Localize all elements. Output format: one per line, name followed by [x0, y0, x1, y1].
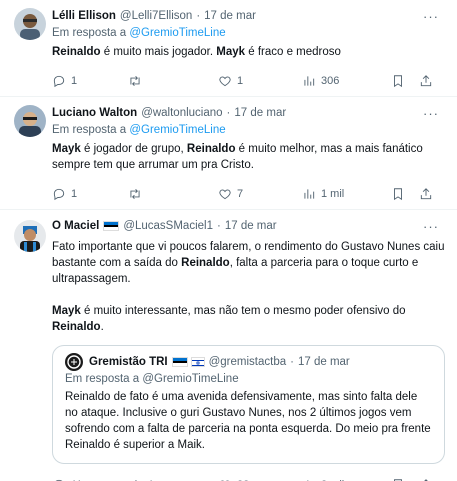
like-button[interactable]: 1 — [218, 74, 302, 88]
avatar[interactable] — [14, 105, 46, 137]
replies-count: 1 — [71, 75, 78, 87]
views-count: 1 mil — [321, 188, 345, 200]
reply-prefix: Em resposta a — [52, 124, 127, 136]
bold-mention: Mayk — [52, 305, 81, 317]
avatar[interactable] — [14, 220, 46, 252]
bold-mention: Reinaldo — [181, 257, 230, 269]
bookmark-button[interactable] — [391, 74, 405, 88]
separator-dot: · — [216, 220, 221, 232]
body-text: é muito mais jogador. — [100, 46, 217, 58]
retweet-button[interactable] — [128, 187, 218, 201]
author-name[interactable]: O Maciel — [52, 220, 99, 232]
reply-context: Em resposta a @GremioTimeLine — [52, 124, 445, 136]
right-actions — [391, 74, 433, 88]
quoted-tweet[interactable]: Gremistão TRI @gremistactba · 17 de mar Em r… — [52, 345, 445, 464]
author-handle[interactable]: @Lelli7Ellison — [120, 10, 192, 22]
views-button[interactable]: 1 mil — [302, 187, 384, 201]
body-text: é fraco e medroso — [245, 46, 341, 58]
bookmark-icon — [394, 188, 402, 201]
bookmark-icon — [394, 75, 402, 88]
bookmark-button[interactable] — [391, 187, 405, 201]
tweet-date[interactable]: 17 de mar — [204, 10, 256, 22]
body-text: é jogador de grupo, — [80, 143, 187, 155]
retweet-icon — [130, 76, 140, 86]
author-handle[interactable]: @LucasSMaciel1 — [123, 220, 213, 232]
tweet-date[interactable]: 17 de mar — [225, 220, 277, 232]
reply-icon — [53, 75, 65, 88]
likes-count: 1 — [237, 75, 244, 87]
retweet-icon — [130, 189, 140, 199]
author-name[interactable]: Luciano Walton — [52, 107, 137, 119]
reply-button[interactable]: 1 — [52, 74, 128, 88]
quote-author-handle: @gremistactba — [208, 356, 287, 368]
more-icon[interactable]: ··· — [423, 9, 439, 24]
separator-dot: · — [196, 10, 201, 22]
tweet-header: Luciano Walton @waltonluciano · 17 de mar — [52, 105, 445, 121]
bold-mention: Reinaldo — [52, 321, 101, 333]
bold-mention: Reinaldo — [186, 143, 236, 155]
tweet[interactable]: ··· Luciano Walton @waltonluciano · 17 de ma… — [0, 97, 457, 210]
quote-reply-context: Em resposta a @GremioTimeLine — [65, 373, 239, 385]
retweet-button[interactable] — [128, 74, 218, 88]
quote-avatar — [65, 353, 83, 371]
quote-text: Reinaldo de fato é uma avenida defensiva… — [65, 391, 431, 451]
author-name[interactable]: Lélli Ellison — [52, 10, 116, 22]
reply-icon — [53, 188, 65, 201]
tweet-text: Mayk é jogador de grupo, Reinaldo é muit… — [52, 141, 445, 173]
tweet-date[interactable]: 17 de mar — [234, 107, 286, 119]
author-handle[interactable]: @waltonluciano — [141, 107, 222, 119]
israel-flag-icon — [190, 357, 205, 367]
quote-author-name: Gremistão TRI — [89, 356, 168, 368]
more-icon[interactable]: ··· — [423, 106, 439, 121]
tweet[interactable]: ··· O Maciel @LucasSMaciel1 · 17 de mar Fato … — [0, 210, 457, 481]
tweet-text: Reinaldo é muito mais jogador. Mayk é fr… — [52, 44, 445, 60]
tweet-header: O Maciel @LucasSMaciel1 · 17 de mar — [52, 218, 445, 234]
body-text: é muito interessante, mas não tem o mesm… — [80, 305, 406, 317]
likes-count: 7 — [237, 188, 244, 200]
share-icon — [420, 75, 432, 87]
reply-context: Em resposta a @GremioTimeLine — [52, 27, 445, 39]
separator-dot: · — [226, 107, 231, 119]
replies-count: 1 — [71, 188, 78, 200]
right-actions — [391, 187, 433, 201]
tweet-text: Fato importante que vi poucos falarem, o… — [52, 239, 445, 335]
tweet-paragraph: Mayk é muito interessante, mas não tem o… — [52, 303, 445, 335]
reply-prefix: Em resposta a — [52, 27, 127, 39]
reply-to-link[interactable]: @GremioTimeLine — [129, 27, 225, 39]
views-button[interactable]: 306 — [302, 74, 384, 88]
tweet-actions: 114222 mil — [52, 470, 445, 481]
bold-mention: Mayk — [216, 46, 246, 58]
tweet-actions: 1 1 306 — [52, 66, 445, 96]
views-count: 306 — [321, 75, 340, 87]
views-icon — [304, 76, 315, 86]
share-button[interactable] — [419, 187, 433, 201]
estonia-flag-icon — [171, 357, 188, 367]
share-icon — [420, 188, 432, 200]
heart-icon — [219, 189, 231, 200]
quote-header: Gremistão TRI @gremistactba · 17 de mar — [65, 353, 432, 371]
reply-to-link[interactable]: @GremioTimeLine — [129, 124, 225, 136]
views-icon — [304, 189, 315, 199]
avatar[interactable] — [14, 8, 46, 40]
separator-dot: · — [290, 356, 294, 368]
heart-icon — [219, 76, 231, 87]
tweet-actions: 1 7 1 mil — [52, 179, 445, 209]
tweet-paragraph: Fato importante que vi poucos falarem, o… — [52, 239, 445, 287]
tweet[interactable]: ··· Lélli Ellison @Lelli7Ellison · 17 de mar… — [0, 0, 457, 97]
bold-mention: Mayk — [52, 143, 81, 155]
tweet-feed: ··· Lélli Ellison @Lelli7Ellison · 17 de mar… — [0, 0, 457, 481]
like-button[interactable]: 7 — [218, 187, 302, 201]
bold-mention: Reinaldo — [52, 46, 101, 58]
body-text: . — [100, 321, 104, 333]
more-icon[interactable]: ··· — [423, 219, 439, 234]
reply-button[interactable]: 1 — [52, 187, 128, 201]
tweet-header: Lélli Ellison @Lelli7Ellison · 17 de mar — [52, 8, 445, 24]
estonia-flag-icon — [103, 221, 120, 231]
quote-date: 17 de mar — [297, 356, 350, 368]
share-button[interactable] — [419, 74, 433, 88]
